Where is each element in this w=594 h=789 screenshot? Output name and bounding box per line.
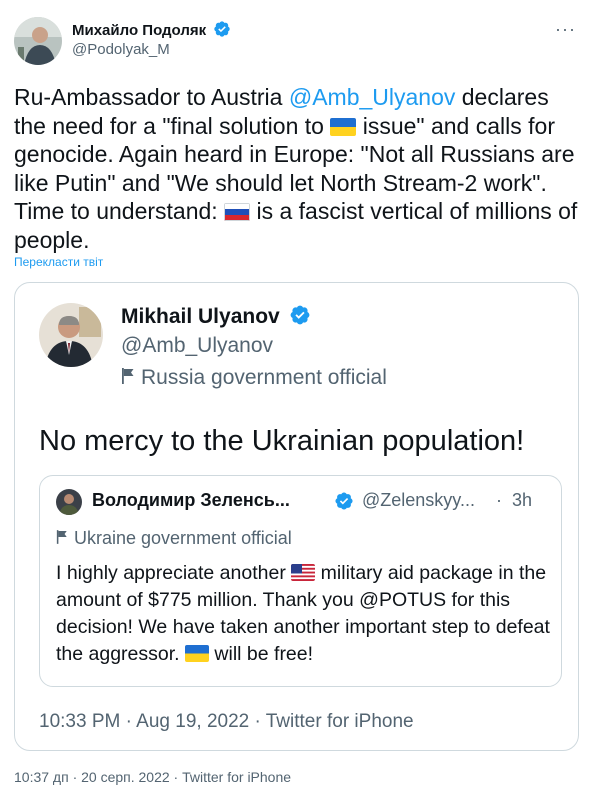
mention-link[interactable]: @Amb_Ulyanov <box>289 84 456 110</box>
tweet-timestamp[interactable]: 10:37 дп · 20 серп. 2022 · Twitter for i… <box>14 769 291 785</box>
nested-text-part: will be free! <box>209 643 314 665</box>
nested-author-avatar[interactable] <box>56 489 82 515</box>
nested-text-part: I highly appreciate another <box>56 562 292 584</box>
ukraine-flag-emoji <box>185 645 209 662</box>
russia-flag-emoji <box>224 203 251 222</box>
author-avatar[interactable] <box>14 17 62 65</box>
government-label-text: Russia government official <box>141 366 387 389</box>
verified-badge-icon <box>289 304 311 332</box>
quoted-tweet-timestamp[interactable]: 10:33 PM · Aug 19, 2022 · Twitter for iP… <box>39 711 414 733</box>
nested-author-handle[interactable]: @Zelenskyy... <box>362 490 475 511</box>
verified-badge-icon <box>334 491 354 516</box>
quoted-author-handle[interactable]: @Amb_Ulyanov <box>121 334 273 358</box>
government-flag-icon <box>121 367 135 391</box>
separator-dot: · <box>496 490 502 510</box>
nested-government-label-text: Ukraine government official <box>74 528 292 548</box>
tweet-text-part: Ru-Ambassador to Austria <box>14 84 289 110</box>
author-name[interactable]: Михайло Подоляк <box>72 20 231 42</box>
nested-government-label: Ukraine government official <box>56 528 292 550</box>
quoted-tweet-card[interactable]: Mikhail Ulyanov @Amb_Ulyanov Russia gove… <box>14 282 579 751</box>
nested-tweet-text: I highly appreciate another military aid… <box>56 560 556 668</box>
quoted-tweet-text: No mercy to the Ukrainian population! <box>39 425 525 457</box>
government-flag-icon <box>56 529 68 550</box>
quoted-author-avatar[interactable] <box>39 303 103 367</box>
author-handle[interactable]: @Podolyak_M <box>72 41 170 58</box>
quoted-author-name[interactable]: Mikhail Ulyanov <box>121 304 311 332</box>
author-name-text: Михайло Подоляк <box>72 22 207 39</box>
tweet-text: Ru-Ambassador to Austria @Amb_Ulyanov de… <box>14 83 586 255</box>
nested-tweet-time[interactable]: 3h <box>512 490 532 511</box>
government-label: Russia government official <box>121 366 387 391</box>
quoted-author-name-text: Mikhail Ulyanov <box>121 305 280 328</box>
nested-quoted-tweet-card[interactable]: Володимир Зеленсь... @Zelenskyy... · 3h … <box>39 475 562 687</box>
verified-badge-icon <box>213 20 231 42</box>
more-icon[interactable]: ··· <box>555 20 576 38</box>
translate-link[interactable]: Перекласти твіт <box>14 255 103 269</box>
ukraine-flag-emoji <box>330 117 357 136</box>
nested-author-name[interactable]: Володимир Зеленсь... <box>92 490 290 511</box>
usa-flag-emoji <box>291 564 316 581</box>
